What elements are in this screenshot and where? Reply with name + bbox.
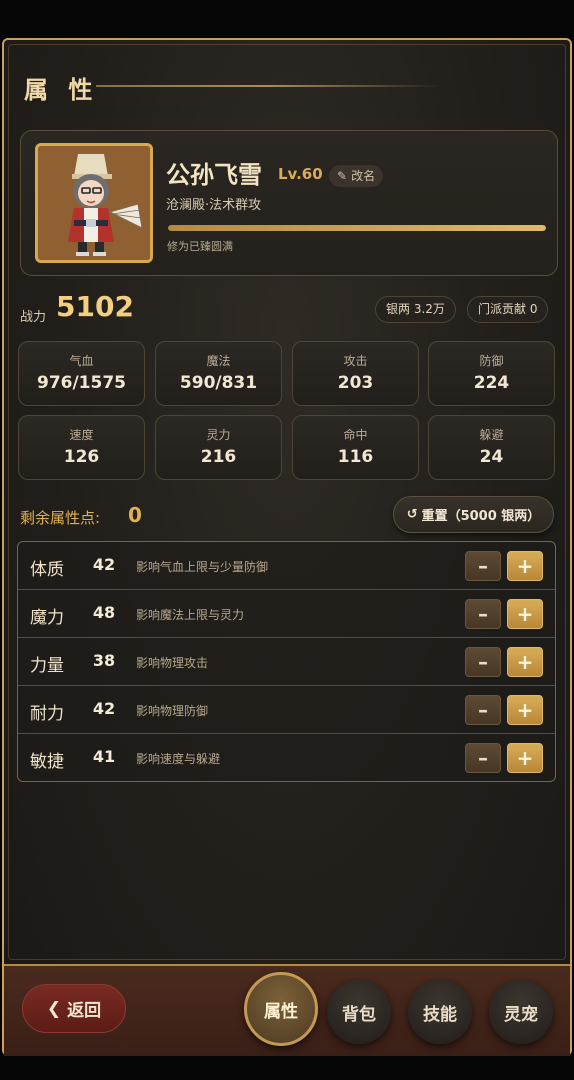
attribute-description: 影响气血上限与少量防御 bbox=[136, 560, 269, 574]
increase-button[interactable]: + bbox=[507, 599, 543, 629]
chevron-left-icon: ❮ bbox=[46, 998, 62, 1019]
decrease-button[interactable]: – bbox=[465, 647, 501, 677]
attribute-name: 耐力 bbox=[30, 704, 64, 724]
stat-value: 126 bbox=[63, 447, 100, 467]
attribute-name: 魔力 bbox=[30, 608, 64, 628]
page-title: 属 性 bbox=[24, 76, 99, 104]
stat-accuracy: 命中 116 bbox=[292, 415, 419, 480]
back-label: 返回 bbox=[67, 1001, 102, 1021]
tab-inventory[interactable]: 背包 bbox=[327, 980, 391, 1044]
pencil-icon: ✎ bbox=[337, 169, 348, 183]
profile-card: 公孙飞雪 Lv.60 ✎ 改名 沧澜殿·法术群攻 修为已臻圆满 bbox=[20, 130, 558, 276]
cultivation-bar bbox=[168, 225, 546, 231]
avatar[interactable] bbox=[35, 143, 153, 263]
stat-label: 气血 bbox=[69, 354, 94, 368]
contribution-pill: 门派贡献 0 bbox=[467, 296, 549, 323]
stat-label: 命中 bbox=[343, 428, 368, 442]
attribute-name: 敏捷 bbox=[30, 752, 64, 772]
tab-skills[interactable]: 技能 bbox=[408, 980, 472, 1044]
attribute-value: 42 bbox=[92, 555, 116, 574]
stat-label: 躲避 bbox=[479, 428, 504, 442]
decrease-button[interactable]: – bbox=[465, 599, 501, 629]
stat-label: 灵力 bbox=[206, 428, 231, 442]
stat-value: 216 bbox=[200, 447, 237, 467]
stat-speed: 速度 126 bbox=[18, 415, 145, 480]
cultivation-bar-fill bbox=[168, 225, 546, 231]
remaining-points-value: 0 bbox=[128, 503, 142, 527]
tab-pets[interactable]: 灵宠 bbox=[489, 980, 553, 1044]
stat-label: 速度 bbox=[69, 428, 94, 442]
power-label: 战力 bbox=[20, 310, 47, 325]
stat-value: 224 bbox=[473, 373, 510, 393]
stat-mp: 魔法 590/831 bbox=[155, 341, 282, 406]
increase-button[interactable]: + bbox=[507, 743, 543, 773]
attribute-description: 影响物理攻击 bbox=[136, 656, 209, 670]
stat-value: 590/831 bbox=[179, 373, 258, 393]
attribute-value: 41 bbox=[92, 747, 116, 766]
character-name: 公孙飞雪 bbox=[166, 161, 262, 189]
attribute-value: 48 bbox=[92, 603, 116, 622]
title-divider bbox=[96, 85, 441, 87]
stat-defense: 防御 224 bbox=[428, 341, 555, 406]
increase-button[interactable]: + bbox=[507, 695, 543, 725]
stat-attack: 攻击 203 bbox=[292, 341, 419, 406]
attribute-row-agility: 敏捷 41 影响速度与躲避 – + bbox=[18, 734, 555, 782]
attribute-name: 体质 bbox=[30, 560, 64, 580]
power-value: 5102 bbox=[56, 290, 134, 323]
stat-spirit: 灵力 216 bbox=[155, 415, 282, 480]
stat-value: 116 bbox=[337, 447, 374, 467]
bottom-nav: ❮ 返回 属性 背包 技能 灵宠 bbox=[4, 964, 570, 1056]
refresh-icon: ↺ bbox=[406, 507, 418, 522]
remaining-points-label: 剩余属性点: bbox=[20, 509, 101, 527]
character-sect: 沧澜殿·法术群攻 bbox=[166, 198, 262, 213]
attribute-table: 体质 42 影响气血上限与少量防御 – + 魔力 48 影响魔法上限与灵力 – … bbox=[17, 541, 556, 782]
increase-button[interactable]: + bbox=[507, 647, 543, 677]
rename-button[interactable]: ✎ 改名 bbox=[329, 165, 384, 187]
attribute-value: 42 bbox=[92, 699, 116, 718]
reset-label: 重置（5000 银两） bbox=[421, 509, 541, 524]
attribute-description: 影响魔法上限与灵力 bbox=[136, 608, 245, 622]
stat-value: 203 bbox=[337, 373, 374, 393]
tab-attributes[interactable]: 属性 bbox=[244, 972, 318, 1046]
reset-button[interactable]: ↺ 重置（5000 银两） bbox=[393, 496, 554, 533]
decrease-button[interactable]: – bbox=[465, 695, 501, 725]
stat-label: 攻击 bbox=[343, 354, 368, 368]
stat-hp: 气血 976/1575 bbox=[18, 341, 145, 406]
attribute-description: 影响速度与躲避 bbox=[136, 752, 221, 766]
character-level: Lv.60 bbox=[278, 165, 323, 183]
cultivation-text: 修为已臻圆满 bbox=[167, 240, 233, 253]
decrease-button[interactable]: – bbox=[465, 551, 501, 581]
increase-button[interactable]: + bbox=[507, 551, 543, 581]
rename-label: 改名 bbox=[351, 169, 376, 183]
attribute-description: 影响物理防御 bbox=[136, 704, 209, 718]
stat-dodge: 躲避 24 bbox=[428, 415, 555, 480]
decrease-button[interactable]: – bbox=[465, 743, 501, 773]
bottom-black-strip bbox=[0, 1056, 574, 1080]
character-portrait-icon bbox=[38, 146, 150, 260]
stat-label: 防御 bbox=[479, 354, 504, 368]
attribute-row-constitution: 体质 42 影响气血上限与少量防御 – + bbox=[18, 542, 555, 590]
silver-pill: 银两 3.2万 bbox=[375, 296, 456, 323]
stat-value: 24 bbox=[479, 447, 504, 467]
top-black-strip bbox=[0, 0, 574, 38]
attribute-row-strength: 力量 38 影响物理攻击 – + bbox=[18, 638, 555, 686]
stat-value: 976/1575 bbox=[36, 373, 126, 393]
attribute-name: 力量 bbox=[30, 656, 64, 676]
attribute-row-magic: 魔力 48 影响魔法上限与灵力 – + bbox=[18, 590, 555, 638]
attribute-value: 38 bbox=[92, 651, 116, 670]
stat-label: 魔法 bbox=[206, 354, 231, 368]
back-button[interactable]: ❮ 返回 bbox=[22, 984, 126, 1033]
attribute-row-endurance: 耐力 42 影响物理防御 – + bbox=[18, 686, 555, 734]
